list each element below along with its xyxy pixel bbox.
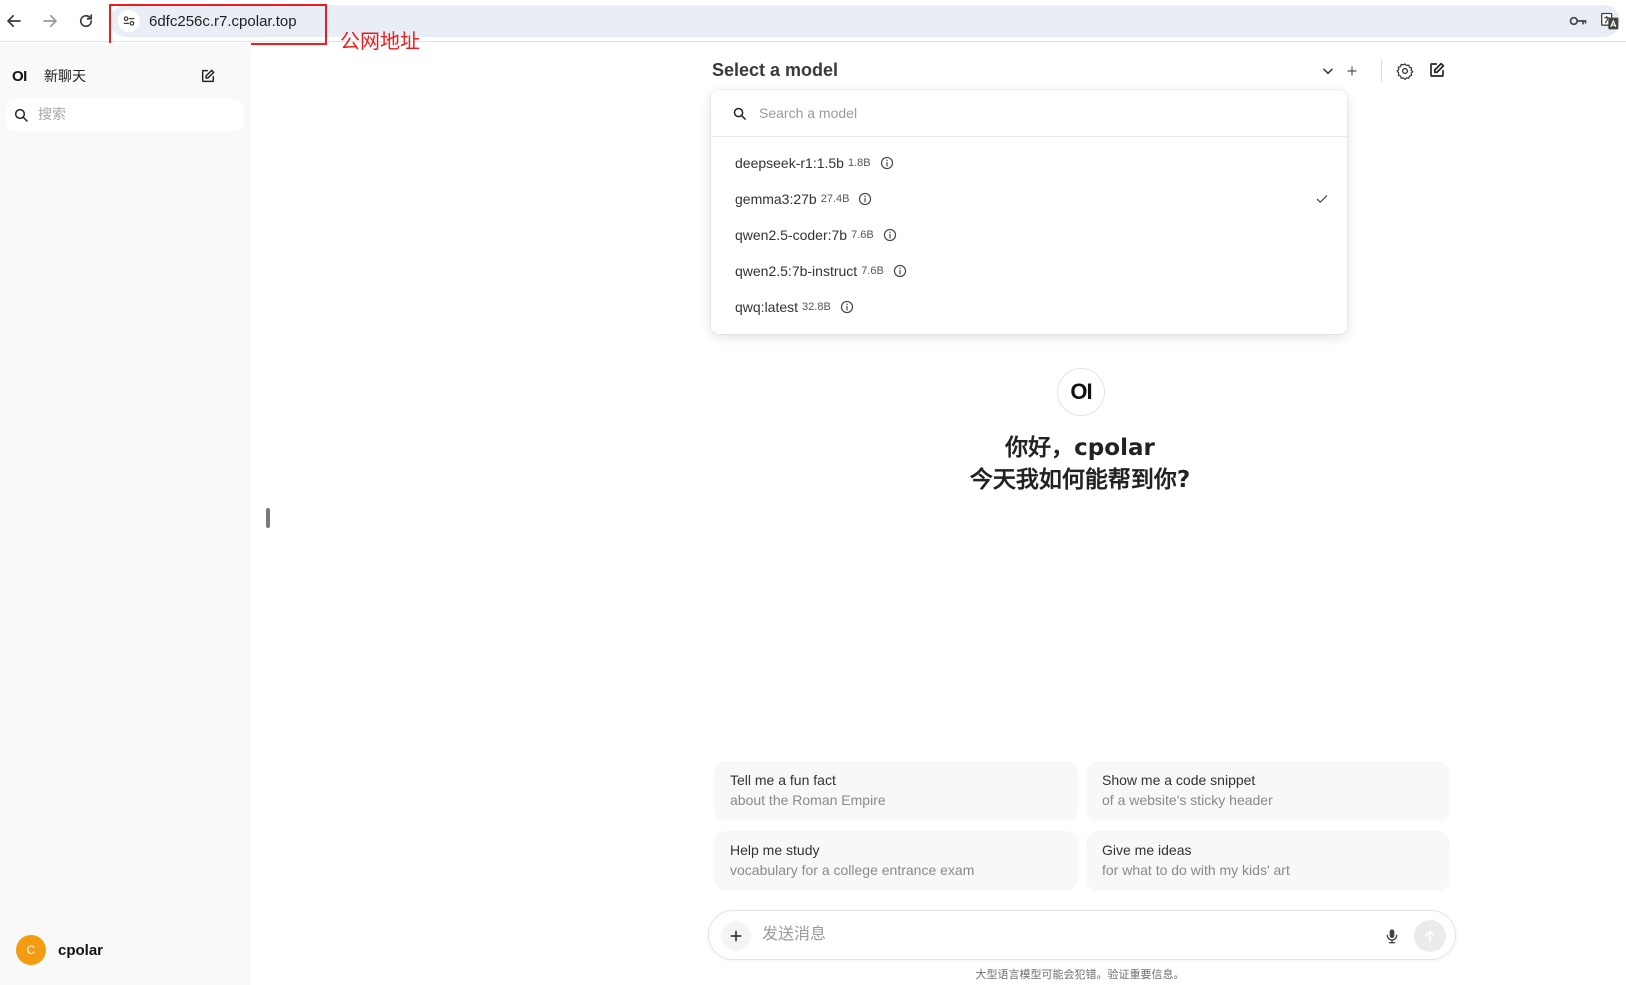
suggestion-title: Tell me a fun fact: [730, 772, 836, 788]
suggestion-card[interactable]: Give me ideas for what to do with my kid…: [1086, 831, 1450, 891]
user-menu[interactable]: C cpolar: [16, 935, 103, 965]
search-icon: [14, 108, 28, 122]
info-icon[interactable]: [893, 264, 907, 278]
openwebui-logo: OI: [12, 67, 27, 85]
model-size: 32.8B: [802, 301, 831, 313]
sidebar: OI 新聊天 C cpolar: [0, 43, 251, 985]
suggestion-subtitle: of a website's sticky header: [1102, 792, 1273, 808]
new-chat-label[interactable]: 新聊天: [44, 66, 86, 86]
greeting-logo: OI: [1057, 368, 1105, 416]
model-option-deepseek-r1[interactable]: deepseek-r1:1.5b 1.8B: [711, 145, 1347, 181]
model-option-gemma3[interactable]: gemma3:27b 27.4B: [711, 181, 1347, 217]
suggestion-card[interactable]: Help me study vocabulary for a college e…: [714, 831, 1078, 891]
settings-icon: [1396, 63, 1414, 80]
new-chat-header-button[interactable]: [1425, 58, 1449, 82]
suggestion-subtitle: vocabulary for a college entrance exam: [730, 862, 975, 878]
translate-icon: [1601, 12, 1619, 30]
model-selector[interactable]: Select a model: [712, 60, 838, 81]
suggestion-card[interactable]: Show me a code snippet of a website's st…: [1086, 761, 1450, 821]
user-name[interactable]: cpolar: [58, 942, 103, 959]
suggestion-subtitle: for what to do with my kids' art: [1102, 862, 1290, 878]
address-bar[interactable]: 6dfc256c.r7.cpolar.top: [110, 5, 1620, 37]
edit-icon: [201, 69, 215, 83]
model-name: qwen2.5:7b-instruct: [735, 263, 858, 279]
password-key-button[interactable]: [1566, 9, 1590, 33]
suggestion-title: Show me a code snippet: [1102, 772, 1256, 788]
model-size: 7.6B: [861, 265, 884, 277]
microphone-icon: [1386, 929, 1398, 944]
message-input[interactable]: [762, 924, 1322, 943]
send-button[interactable]: [1414, 920, 1446, 952]
avatar[interactable]: C: [16, 935, 46, 965]
settings-button[interactable]: [1393, 59, 1417, 83]
arrow-left-icon: [7, 14, 21, 28]
suggestion-title: Give me ideas: [1102, 842, 1192, 858]
key-icon: [1569, 16, 1587, 26]
attach-button[interactable]: [721, 921, 751, 951]
model-search-input[interactable]: [759, 105, 1299, 121]
message-composer: [708, 910, 1456, 960]
model-name: qwq:latest: [735, 299, 799, 315]
model-option-qwen2.5-instruct[interactable]: qwen2.5:7b-instruct 7.6B: [711, 253, 1347, 289]
sidebar-search[interactable]: [6, 99, 244, 131]
new-chat-button[interactable]: [196, 64, 220, 88]
suggestion-title: Help me study: [730, 842, 820, 858]
edit-icon: [1430, 62, 1445, 77]
model-name: gemma3:27b: [735, 191, 817, 207]
chevron-down-icon: [1323, 68, 1333, 75]
reload-button[interactable]: [74, 9, 98, 33]
plus-icon: [1347, 66, 1357, 76]
greeting-title: 你好，cpolar: [1005, 435, 1155, 461]
sidebar-search-input[interactable]: [38, 107, 218, 123]
info-icon[interactable]: [840, 300, 854, 314]
model-dropdown-toggle[interactable]: [1316, 59, 1340, 83]
url-highlight-label: 公网地址: [340, 29, 420, 53]
info-icon[interactable]: [883, 228, 897, 242]
sidebar-resize-handle[interactable]: [266, 508, 270, 528]
search-icon: [733, 107, 746, 120]
model-dropdown: deepseek-r1:1.5b 1.8B gemma3:27b 27.4B q…: [711, 90, 1347, 334]
model-size: 7.6B: [851, 229, 874, 241]
model-name: deepseek-r1:1.5b: [735, 155, 844, 171]
check-icon: [1316, 195, 1328, 203]
add-model-button[interactable]: [1340, 59, 1364, 83]
forward-button[interactable]: [38, 9, 62, 33]
greeting-subtitle: 今天我如何能帮到你?: [969, 467, 1191, 493]
info-icon[interactable]: [880, 156, 894, 170]
plus-icon: [730, 930, 742, 942]
header-divider: [1381, 60, 1382, 82]
model-search[interactable]: [711, 90, 1347, 137]
arrow-up-icon: [1424, 930, 1436, 943]
model-size: 1.8B: [847, 157, 871, 169]
reload-icon: [79, 14, 93, 28]
new-chat-row[interactable]: OI 新聊天: [12, 63, 240, 89]
voice-input-button[interactable]: [1379, 923, 1405, 949]
model-option-qwen2.5-coder[interactable]: qwen2.5-coder:7b 7.6B: [711, 217, 1347, 253]
model-option-qwq[interactable]: qwq:latest 32.8B: [711, 289, 1347, 325]
disclaimer-text: 大型语言模型可能会犯错。验证重要信息。: [975, 968, 1185, 981]
translate-button[interactable]: [1598, 9, 1622, 33]
model-name: qwen2.5-coder:7b: [735, 227, 848, 243]
suggestion-subtitle: about the Roman Empire: [730, 792, 886, 808]
info-icon[interactable]: [858, 192, 872, 206]
url-highlight-box: [109, 4, 327, 45]
back-button[interactable]: [2, 9, 26, 33]
model-size: 27.4B: [820, 193, 850, 205]
arrow-right-icon: [43, 14, 57, 28]
suggestion-card[interactable]: Tell me a fun fact about the Roman Empir…: [714, 761, 1078, 821]
